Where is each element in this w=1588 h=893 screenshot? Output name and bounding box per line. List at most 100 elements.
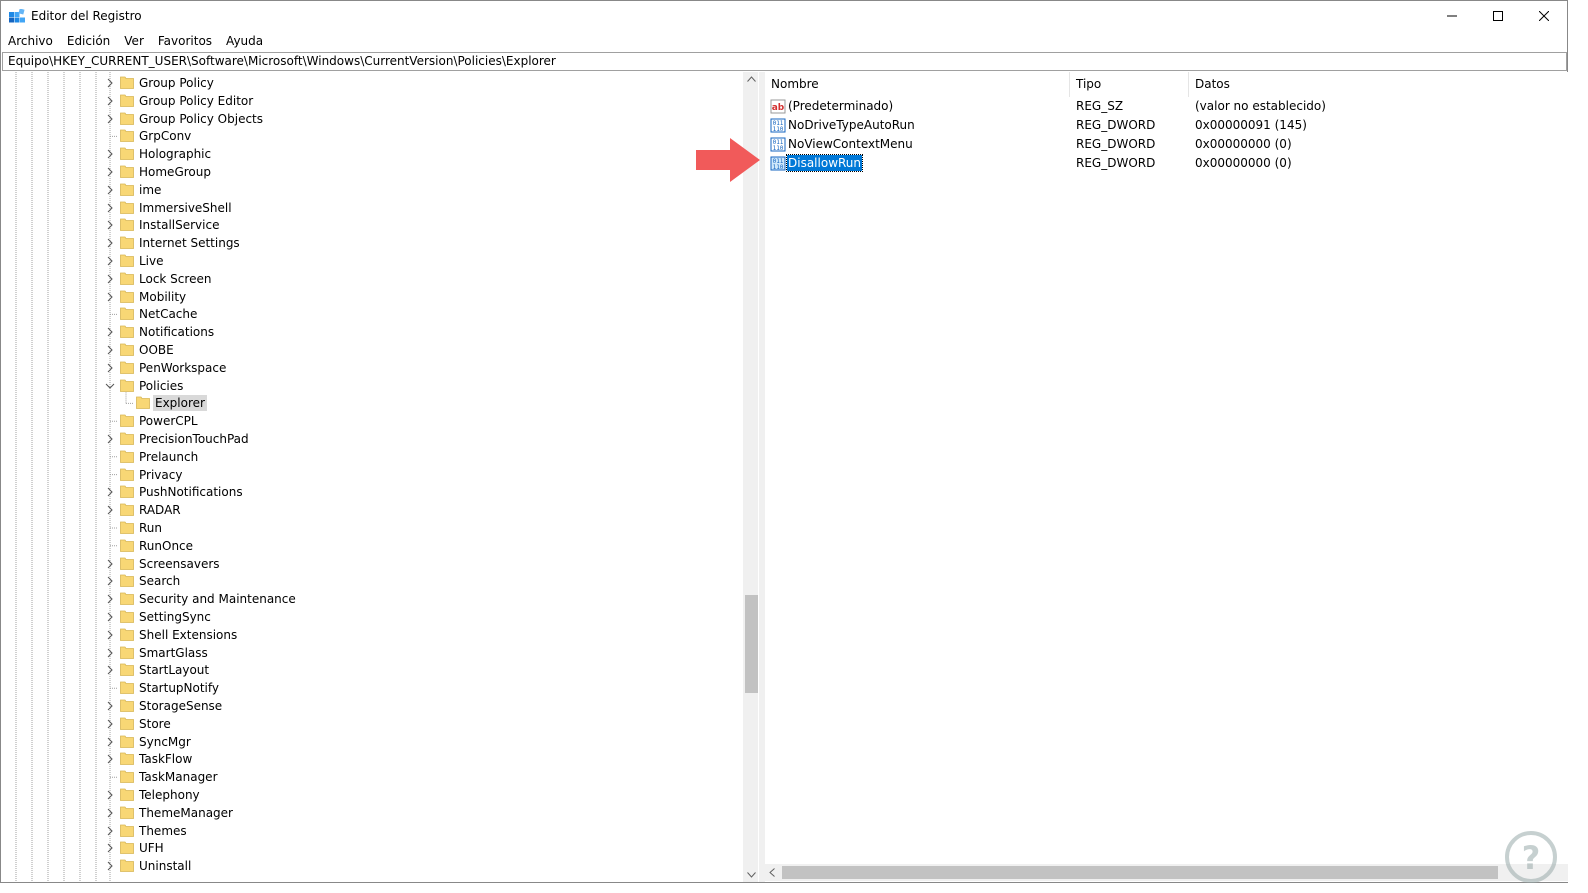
tree-item[interactable]: PushNotifications	[2, 483, 742, 501]
tree-item[interactable]: RADAR	[2, 501, 742, 519]
chevron-right-icon[interactable]	[105, 327, 115, 337]
chevron-right-icon[interactable]	[105, 96, 115, 106]
tree-item[interactable]: Live	[2, 252, 742, 270]
chevron-right-icon[interactable]	[105, 648, 115, 658]
chevron-right-icon[interactable]	[105, 185, 115, 195]
chevron-right-icon[interactable]	[105, 843, 115, 853]
chevron-right-icon[interactable]	[105, 220, 115, 230]
chevron-right-icon[interactable]	[105, 78, 115, 88]
tree-item[interactable]: Screensavers	[2, 555, 742, 573]
column-header-data[interactable]: Datos	[1189, 72, 1568, 97]
chevron-right-icon[interactable]	[105, 238, 115, 248]
tree-item[interactable]: ime	[2, 181, 742, 199]
column-header-name[interactable]: Nombre	[765, 72, 1070, 97]
tree-item[interactable]: SmartGlass	[2, 644, 742, 662]
tree-item[interactable]: Uninstall	[2, 857, 742, 875]
value-row[interactable]: 011 110 DisallowRun REG_DWORD 0x00000000 (0)	[765, 153, 1568, 173]
tree-item[interactable]: PrecisionTouchPad	[2, 430, 742, 448]
chevron-right-icon[interactable]	[105, 754, 115, 764]
tree-vertical-scrollbar[interactable]	[743, 72, 758, 882]
chevron-right-icon[interactable]	[105, 701, 115, 711]
menu-edicion[interactable]: Edición	[60, 31, 117, 51]
chevron-right-icon[interactable]	[105, 487, 115, 497]
tree-item[interactable]: Group Policy	[2, 74, 742, 92]
tree-item[interactable]: RunOnce	[2, 537, 742, 555]
chevron-right-icon[interactable]	[105, 665, 115, 675]
chevron-right-icon[interactable]	[105, 256, 115, 266]
tree-item[interactable]: StartLayout	[2, 661, 742, 679]
tree-scrollbar-thumb[interactable]	[745, 595, 758, 693]
menu-ayuda[interactable]: Ayuda	[219, 31, 270, 51]
tree-item[interactable]: Policies	[2, 377, 742, 395]
chevron-right-icon[interactable]	[105, 363, 115, 373]
tree-item[interactable]: StartupNotify	[2, 679, 742, 697]
chevron-right-icon[interactable]	[105, 559, 115, 569]
close-button[interactable]	[1521, 1, 1567, 31]
values-horizontal-scrollbar[interactable]	[765, 864, 1568, 881]
values-pane[interactable]: Nombre Tipo Datos ab (Predeterminado) REG_…	[765, 72, 1568, 882]
minimize-button[interactable]	[1429, 1, 1475, 31]
tree-item[interactable]: Shell Extensions	[2, 626, 742, 644]
tree-item[interactable]: TaskFlow	[2, 750, 742, 768]
tree-item[interactable]: ThemeManager	[2, 804, 742, 822]
tree-item[interactable]: PowerCPL	[2, 412, 742, 430]
tree-item[interactable]: Store	[2, 715, 742, 733]
tree-item[interactable]: Holographic	[2, 145, 742, 163]
tree-item[interactable]: HomeGroup	[2, 163, 742, 181]
chevron-right-icon[interactable]	[105, 719, 115, 729]
tree-item[interactable]: Search	[2, 572, 742, 590]
chevron-right-icon[interactable]	[105, 345, 115, 355]
tree-item[interactable]: Lock Screen	[2, 270, 742, 288]
menu-archivo[interactable]: Archivo	[1, 31, 60, 51]
chevron-down-icon[interactable]	[105, 381, 115, 391]
chevron-right-icon[interactable]	[105, 576, 115, 586]
chevron-right-icon[interactable]	[105, 114, 115, 124]
chevron-right-icon[interactable]	[105, 737, 115, 747]
tree-item[interactable]: Notifications	[2, 323, 742, 341]
tree-item[interactable]: Telephony	[2, 786, 742, 804]
chevron-right-icon[interactable]	[105, 826, 115, 836]
tree-item[interactable]: SettingSync	[2, 608, 742, 626]
tree-item[interactable]: Group Policy Objects	[2, 110, 742, 128]
key-tree-pane[interactable]: Group Policy Group Policy Editor Group Pol…	[2, 72, 758, 882]
menu-favoritos[interactable]: Favoritos	[151, 31, 219, 51]
tree-item[interactable]: Run	[2, 519, 742, 537]
address-bar[interactable]: Equipo\HKEY_CURRENT_USER\Software\Micros…	[2, 52, 1567, 71]
tree-item[interactable]: PenWorkspace	[2, 359, 742, 377]
title-bar[interactable]: Editor del Registro	[1, 1, 1567, 31]
scroll-left-icon[interactable]	[769, 868, 775, 877]
value-row[interactable]: 011 110 NoDriveTypeAutoRun REG_DWORD 0x00000…	[765, 116, 1568, 135]
tree-item[interactable]: Prelaunch	[2, 448, 742, 466]
column-header-type[interactable]: Tipo	[1070, 72, 1189, 97]
scroll-up-icon[interactable]	[747, 76, 756, 82]
chevron-right-icon[interactable]	[105, 630, 115, 640]
value-row[interactable]: 011 110 NoViewContextMenu REG_DWORD 0x000000…	[765, 135, 1568, 154]
tree-item[interactable]: Security and Maintenance	[2, 590, 742, 608]
tree-item[interactable]: Mobility	[2, 288, 742, 306]
tree-item[interactable]: Themes	[2, 822, 742, 840]
tree-item[interactable]: UFH	[2, 839, 742, 857]
chevron-right-icon[interactable]	[105, 203, 115, 213]
scroll-down-icon[interactable]	[747, 872, 756, 878]
menu-ver[interactable]: Ver	[117, 31, 151, 51]
value-row[interactable]: ab (Predeterminado) REG_SZ (valor no establ…	[765, 97, 1568, 116]
tree-item[interactable]: GrpConv	[2, 127, 742, 145]
chevron-right-icon[interactable]	[105, 149, 115, 159]
tree-item[interactable]: ImmersiveShell	[2, 199, 742, 217]
chevron-right-icon[interactable]	[105, 292, 115, 302]
chevron-right-icon[interactable]	[105, 861, 115, 871]
tree-item[interactable]: OOBE	[2, 341, 742, 359]
tree-item[interactable]: StorageSense	[2, 697, 742, 715]
tree-item[interactable]: Internet Settings	[2, 234, 742, 252]
tree-item[interactable]: TaskManager	[2, 768, 742, 786]
chevron-right-icon[interactable]	[105, 612, 115, 622]
maximize-button[interactable]	[1475, 1, 1521, 31]
tree-item[interactable]: Group Policy Editor	[2, 92, 742, 110]
tree-item[interactable]: Privacy	[2, 466, 742, 484]
chevron-right-icon[interactable]	[105, 790, 115, 800]
values-scrollbar-thumb[interactable]	[782, 866, 1498, 879]
tree-item[interactable]: InstallService	[2, 216, 742, 234]
tree-item[interactable]: NetCache	[2, 305, 742, 323]
chevron-right-icon[interactable]	[105, 808, 115, 818]
chevron-right-icon[interactable]	[105, 274, 115, 284]
